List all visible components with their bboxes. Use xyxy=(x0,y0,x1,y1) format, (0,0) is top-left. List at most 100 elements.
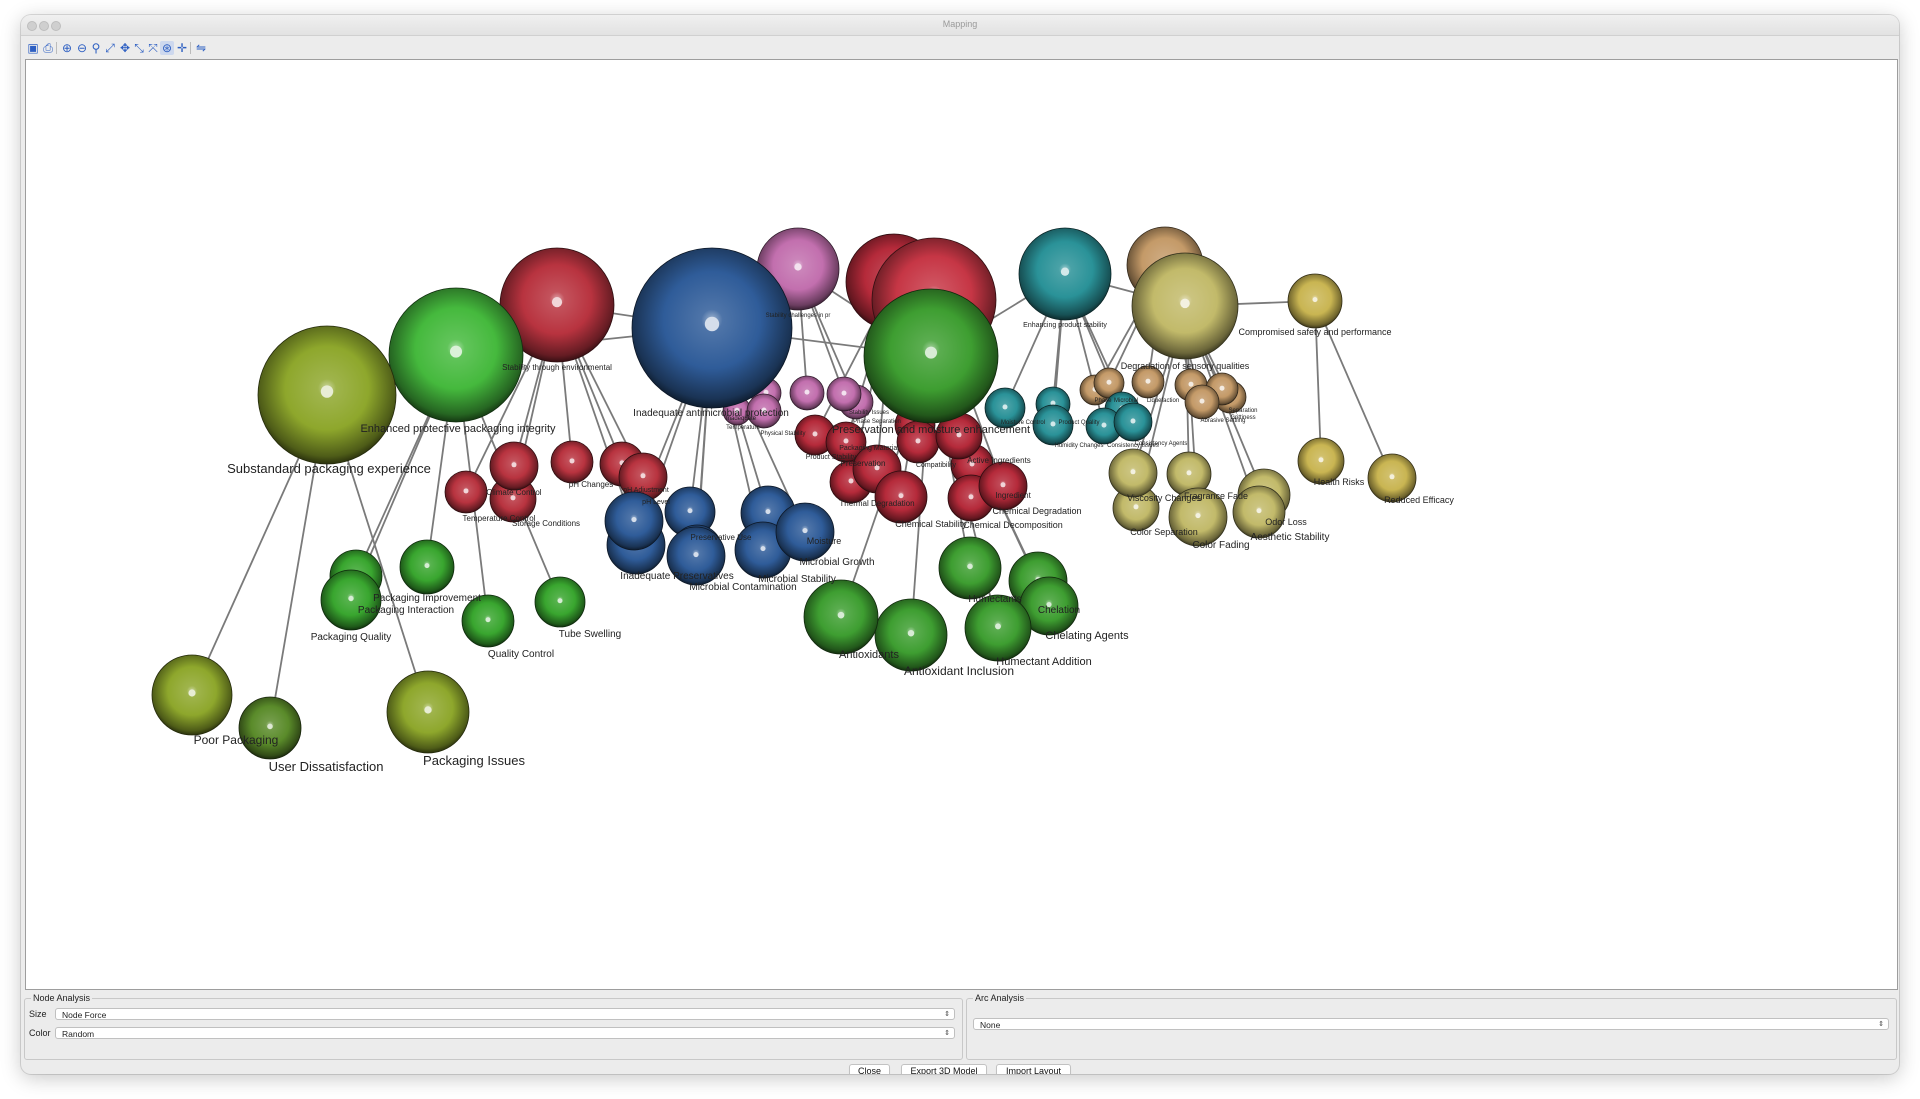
node-label-k1: Phase xyxy=(1094,398,1112,404)
node-label-rd2: Packaging Material xyxy=(839,445,899,452)
arc-analysis-value: None xyxy=(980,1020,1001,1030)
node-n4[interactable] xyxy=(631,247,793,409)
node-label-rd10: Ingredient xyxy=(995,491,1031,500)
node-rd5[interactable] xyxy=(874,470,928,524)
close-button[interactable]: Close xyxy=(849,1064,890,1074)
node-label-pk4: Stability Issues xyxy=(849,410,889,416)
node-r1[interactable] xyxy=(444,470,488,514)
node-label-n1: Substandard packaging experience xyxy=(227,461,431,476)
arc-analysis-select[interactable]: None ⇕ xyxy=(973,1018,1889,1030)
layout-icon[interactable]: ⇋ xyxy=(194,41,208,55)
node-highlight xyxy=(794,263,802,271)
node-label-g3: Humectants xyxy=(968,594,1021,605)
node-r4[interactable] xyxy=(550,440,594,484)
node-q3[interactable] xyxy=(386,670,470,754)
arc-analysis-group: Arc Analysis None ⇕ xyxy=(966,993,1897,1060)
size-select[interactable]: Node Force ⇕ xyxy=(55,1008,955,1020)
node-label-y5: Odor Loss xyxy=(1265,517,1307,527)
color-select[interactable]: Random ⇕ xyxy=(55,1027,955,1039)
node-highlight xyxy=(898,493,904,499)
chevron-updown-icon: ⇕ xyxy=(944,1030,950,1037)
node-highlight xyxy=(804,389,810,395)
node-highlight xyxy=(687,508,693,514)
node-highlight xyxy=(424,563,430,569)
graph-canvas[interactable]: Substandard packaging experience Enhanced… xyxy=(25,59,1898,990)
node-highlight xyxy=(765,509,771,515)
pan-icon[interactable]: ✛ xyxy=(175,41,189,55)
node-g1[interactable] xyxy=(803,579,879,655)
node-n1[interactable] xyxy=(257,325,397,465)
node-label-n3: Stability through environmental xyxy=(502,363,612,372)
node-highlight xyxy=(968,494,974,500)
zoom-out-icon[interactable]: ⊖ xyxy=(75,41,89,55)
node-label-n11: Degradation of sensory qualities xyxy=(1121,361,1250,371)
node-analysis-title: Node Analysis xyxy=(31,993,93,1003)
analysis-panel: Node Analysis Size Node Force ⇕ Color Ra… xyxy=(21,990,1899,1074)
node-r2[interactable] xyxy=(489,441,539,491)
node-label-q2: User Dissatisfaction xyxy=(269,759,384,774)
node-label-y6: Aesthetic Stability xyxy=(1251,532,1330,543)
node-label-k4: Consistency Agents xyxy=(1135,441,1188,447)
color-label: Color xyxy=(29,1028,51,1038)
node-analysis-group: Node Analysis Size Node Force ⇕ Color Ra… xyxy=(24,993,963,1060)
zoom-in-icon[interactable]: ⊕ xyxy=(60,41,74,55)
zoom-search-icon[interactable]: ⚲ xyxy=(89,41,103,55)
node-p3[interactable] xyxy=(399,539,455,595)
node-p5[interactable] xyxy=(534,576,586,628)
node-label-rd3: Preservation xyxy=(841,459,886,468)
node-label-b1: Preservative Use xyxy=(691,533,752,542)
node-highlight xyxy=(424,706,432,714)
rotate-icon[interactable]: ⊛ xyxy=(160,41,174,55)
node-k5[interactable] xyxy=(1184,384,1220,420)
node-rd9[interactable] xyxy=(978,461,1028,511)
node-highlight xyxy=(551,297,563,308)
node-label-t3: Humidity Changes xyxy=(1054,443,1103,449)
node-highlight xyxy=(841,390,847,396)
node-q2[interactable] xyxy=(238,696,302,760)
node-label-k3: Liquefaction xyxy=(1147,398,1179,404)
fit-window-icon[interactable]: ⤢ xyxy=(103,41,117,55)
node-highlight xyxy=(693,551,699,558)
node-highlight xyxy=(1256,508,1262,514)
expand-icon[interactable]: ⤡ xyxy=(132,41,146,55)
node-highlight xyxy=(1133,504,1139,510)
node-label-s1: Health Risks xyxy=(1314,477,1365,487)
node-pk4[interactable] xyxy=(826,376,862,412)
node-n12[interactable] xyxy=(1287,273,1343,329)
node-n8[interactable] xyxy=(863,288,999,424)
print-icon[interactable]: ⎙ xyxy=(41,41,55,55)
node-q1[interactable] xyxy=(151,654,233,736)
export-3d-model-button[interactable]: Export 3D Model xyxy=(901,1064,987,1074)
contract-icon[interactable]: ⤧ xyxy=(146,41,160,55)
network-graph[interactable]: Substandard packaging experience Enhanced… xyxy=(26,60,1897,989)
import-layout-button[interactable]: Import Layout xyxy=(996,1064,1071,1074)
window-title: Mapping xyxy=(942,19,978,29)
node-t6[interactable] xyxy=(1113,402,1153,442)
node-n2[interactable] xyxy=(388,287,524,423)
node-b5[interactable] xyxy=(775,502,835,562)
node-highlight xyxy=(704,316,720,332)
node-highlight xyxy=(1186,470,1192,476)
node-g3[interactable] xyxy=(938,536,1002,600)
node-highlight xyxy=(1106,379,1112,385)
move-icon[interactable]: ✥ xyxy=(118,41,132,55)
node-highlight xyxy=(837,611,845,619)
node-label-pk1: Physical Stability xyxy=(760,431,805,437)
save-icon[interactable]: ▣ xyxy=(26,41,40,55)
node-label-n5: Stability challenges in pr xyxy=(766,313,831,319)
node-label-rd5: Chemical Stability xyxy=(895,519,967,529)
node-pk1[interactable] xyxy=(789,375,825,411)
node-label-n12: Compromised safety and performance xyxy=(1238,327,1391,337)
node-y1[interactable] xyxy=(1108,448,1158,498)
chevron-updown-icon: ⇕ xyxy=(944,1011,950,1018)
node-n11[interactable] xyxy=(1131,252,1239,360)
node-n9[interactable] xyxy=(1018,227,1112,321)
node-label-q1: Poor Packaging xyxy=(194,733,279,747)
node-highlight xyxy=(967,563,973,570)
node-highlight xyxy=(267,723,273,730)
node-label-b6: Microbial Stability xyxy=(758,574,836,585)
node-p2[interactable] xyxy=(320,569,382,631)
node-highlight xyxy=(1199,398,1205,404)
node-label-k7: Separation xyxy=(1228,408,1257,414)
node-label-n2: Enhanced protective packaging integrity xyxy=(360,423,556,435)
